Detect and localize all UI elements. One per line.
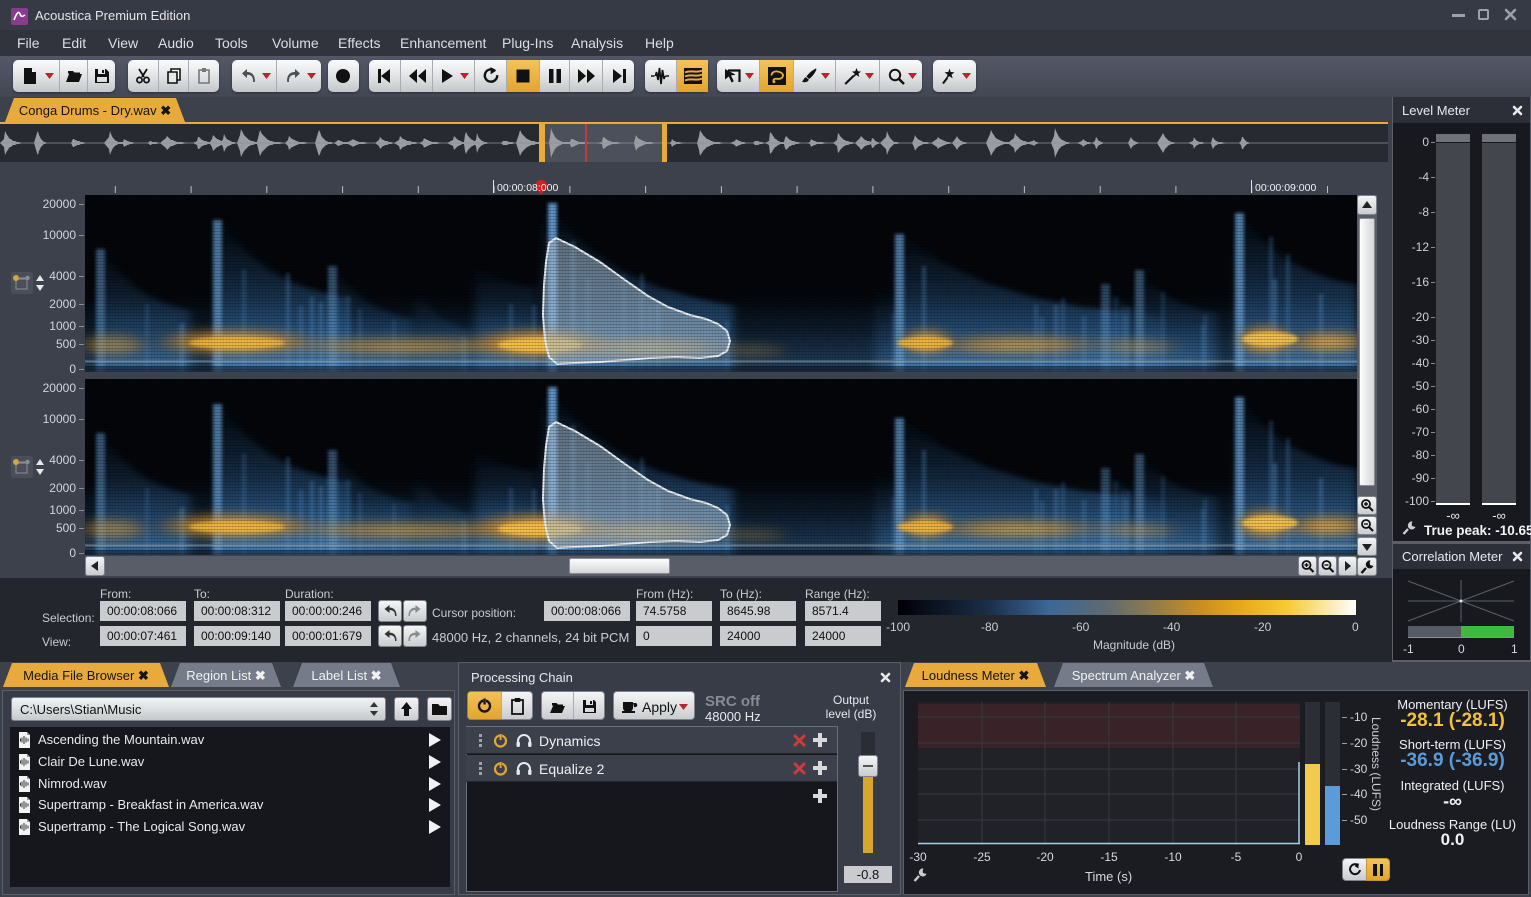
svg-text:00:00:09:000: 00:00:09:000: [1255, 182, 1316, 194]
svg-text:1: 1: [1511, 642, 1518, 656]
svg-text:-1: -1: [1403, 642, 1414, 656]
svg-text:0: 0: [1458, 642, 1465, 656]
svg-text:00:00:08:000: 00:00:08:000: [497, 182, 558, 194]
